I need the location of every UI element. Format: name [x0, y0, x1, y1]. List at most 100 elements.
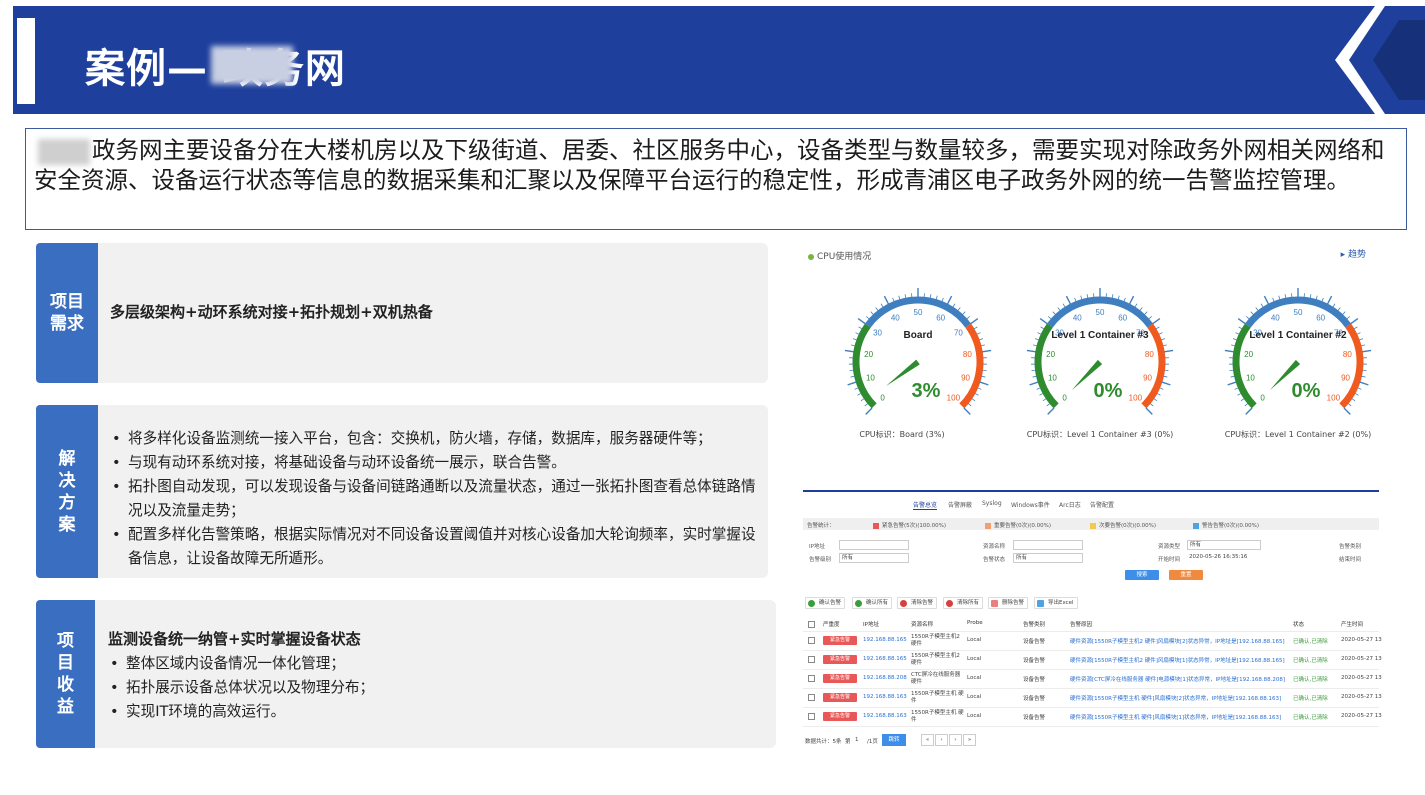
table-row[interactable]: 紧急告警 192.168.88.208 CTC屏冷在线服务器 硬件 Local 设备告警… — [803, 670, 1382, 689]
cell-ip[interactable]: 192.168.88.163 — [863, 713, 907, 719]
cell-reason[interactable]: 硬件资源[1550R子模型主机 硬件]风扇模块[1]状态异常，IP地址是[192… — [1070, 713, 1281, 721]
jump-button[interactable]: 跳转 — [882, 734, 906, 746]
gauge-tick — [1117, 295, 1120, 300]
cell-reason[interactable]: 硬件资源[1550R子模型主机2 硬件]风扇模块[1]状态异常，IP地址是[19… — [1070, 656, 1285, 664]
col-header[interactable]: 资源名称 — [911, 620, 933, 628]
gauge-tick — [1315, 295, 1318, 300]
ip-input[interactable] — [839, 540, 909, 550]
col-header[interactable]: 告警原因 — [1070, 620, 1092, 628]
cell-probe: Local — [967, 637, 982, 643]
gauge-tick — [1161, 381, 1171, 386]
card-solution: 解 决 方 案 将多样化设备监测统一接入平台，包含：交换机，防火墙，存储，数据库… — [36, 405, 768, 578]
gauge-tick — [1354, 392, 1359, 396]
gauge-tick — [1231, 344, 1236, 347]
export-excel-button[interactable]: 导出Excel — [1034, 597, 1078, 609]
table-row[interactable]: 紧急告警 192.168.88.163 1550R子模型主机 硬件 Local 设备告警… — [803, 708, 1382, 727]
cell-ip[interactable]: 192.168.88.163 — [863, 694, 907, 700]
row-checkbox[interactable] — [808, 675, 815, 682]
res-name-label: 资源名称 — [983, 544, 1006, 550]
table-row[interactable]: 紧急告警 192.168.88.165 1550R子模型主机2 硬件 Local 设备告… — [803, 651, 1382, 670]
clear-alarm-button[interactable]: 清除告警 — [897, 597, 938, 609]
severity-badge: 紧急告警 — [823, 712, 857, 721]
gauge-tick — [982, 369, 987, 372]
row-checkbox[interactable] — [808, 656, 815, 663]
col-header[interactable]: Probe — [967, 620, 983, 626]
col-header[interactable]: 状态 — [1293, 620, 1304, 628]
category-label: 告警类别 — [1339, 544, 1362, 550]
gauge-tick — [1162, 344, 1167, 347]
confirm-alarm-button[interactable]: 确认告警 — [805, 597, 846, 609]
cell-time: 2020-05-27 13 — [1341, 637, 1382, 643]
gauge-tick — [847, 381, 857, 386]
cell-reason[interactable]: 硬件资源[CTC屏冷在线服务器 硬件]电源模块[1]状态异常，IP地址是[192… — [1070, 675, 1285, 683]
gauge-tick — [1237, 317, 1246, 325]
clear-all-button[interactable]: 清除所有 — [943, 597, 984, 609]
card-benefit: 项 目 收 益 监测设备统一纳管+实时掌握设备状态 整体区域内设备情况一体化管理… — [36, 600, 776, 748]
cell-res: 1550R子模型主机2 硬件 — [911, 653, 960, 666]
status-select[interactable]: 所有 — [1013, 553, 1083, 563]
first-page-button[interactable]: « — [921, 734, 934, 746]
gauge-tick — [1153, 398, 1158, 402]
row-checkbox[interactable] — [808, 694, 815, 701]
gauge-tick — [982, 349, 992, 353]
gauge-tick — [1152, 317, 1161, 325]
status-dot-icon — [808, 253, 814, 260]
next-page-button[interactable]: › — [949, 734, 962, 746]
row-checkbox[interactable] — [808, 713, 815, 720]
gauge-tick — [1353, 326, 1358, 330]
cell-ip[interactable]: 192.168.88.165 — [863, 637, 907, 643]
confirm-all-button[interactable]: 确认所有 — [852, 597, 893, 609]
select-all-checkbox[interactable] — [808, 621, 815, 628]
table-header-row: 严重度 IP地址 资源名称 Probe 告警类别 告警原因 状态 产生时间 — [803, 616, 1379, 632]
row-checkbox[interactable] — [808, 637, 815, 644]
gauge-tick — [1163, 375, 1168, 378]
gauge-tick-label: 90 — [961, 373, 970, 382]
tab-alarm-overview[interactable]: 告警总览 — [913, 500, 938, 510]
delete-alarm-button[interactable]: 删除告警 — [988, 597, 1029, 609]
gauge-tick — [1074, 297, 1077, 302]
res-type-select[interactable]: 所有 — [1187, 540, 1261, 550]
cell-reason[interactable]: 硬件资源[1550R子模型主机 硬件]风扇模块[2]状态异常，IP地址是[192… — [1070, 694, 1281, 702]
gauge-tick — [1350, 317, 1359, 325]
start-time-input[interactable]: 2020-05-26 16:35:16 — [1187, 553, 1261, 563]
gauge-tick — [979, 381, 989, 386]
cell-reason[interactable]: 硬件资源[1550R子模型主机2 硬件]风扇模块[2]状态异常，IP地址是[19… — [1070, 637, 1285, 645]
search-button[interactable]: 搜索 — [1125, 570, 1159, 580]
gauge-tick — [1237, 392, 1242, 396]
gauge-tick-label: 80 — [1145, 350, 1154, 359]
cpu-gauge: 0102030405060708090100Level 1 Container … — [1224, 288, 1372, 415]
cell-ip[interactable]: 192.168.88.208 — [863, 675, 907, 681]
col-header[interactable]: IP地址 — [863, 620, 879, 628]
tab-alarm-config[interactable]: 告警配置 — [1090, 500, 1114, 509]
level-select[interactable]: 所有 — [839, 553, 909, 563]
pager-page-number[interactable]: 1 — [855, 737, 859, 743]
pager-page-suffix: /1页 — [867, 739, 878, 745]
gauge-tick-label: 0 — [1260, 393, 1265, 402]
reset-button[interactable]: 重置 — [1169, 570, 1203, 580]
gauge-tick — [974, 392, 979, 396]
level-label: 告警级别 — [809, 557, 832, 563]
prev-page-button[interactable]: ‹ — [935, 734, 948, 746]
gauge-tick — [1255, 307, 1259, 311]
col-header[interactable]: 告警类别 — [1023, 620, 1045, 628]
cell-time: 2020-05-27 13 — [1341, 694, 1382, 700]
gauge-tick — [865, 316, 870, 320]
gauge-tick — [935, 295, 938, 300]
tab-windows-events[interactable]: Windows事件 — [1011, 500, 1050, 509]
table-row[interactable]: 紧急告警 192.168.88.165 1550R子模型主机2 硬件 Local 设备告… — [803, 632, 1382, 651]
gauge-tick — [1229, 369, 1234, 372]
table-row[interactable]: 紧急告警 192.168.88.163 1550R子模型主机 硬件 Local 设备告警… — [803, 689, 1382, 708]
gauge-tick — [1326, 295, 1333, 305]
trend-link[interactable]: ▸ 趋势 — [1341, 247, 1366, 260]
gauge-tick — [865, 407, 873, 415]
tab-syslog[interactable]: Syslog — [982, 500, 1002, 507]
list-item: 拓扑展示设备总体状况以及物理分布； — [108, 676, 766, 700]
col-header[interactable]: 产生时间 — [1341, 620, 1363, 628]
last-page-button[interactable]: » — [963, 734, 976, 746]
res-name-input[interactable] — [1013, 540, 1083, 550]
close-icon — [946, 600, 953, 607]
col-header[interactable]: 严重度 — [823, 620, 840, 628]
tab-alarm-shield[interactable]: 告警屏蔽 — [948, 500, 972, 509]
tab-arc-log[interactable]: Arc日志 — [1059, 500, 1081, 509]
cell-ip[interactable]: 192.168.88.165 — [863, 656, 907, 662]
